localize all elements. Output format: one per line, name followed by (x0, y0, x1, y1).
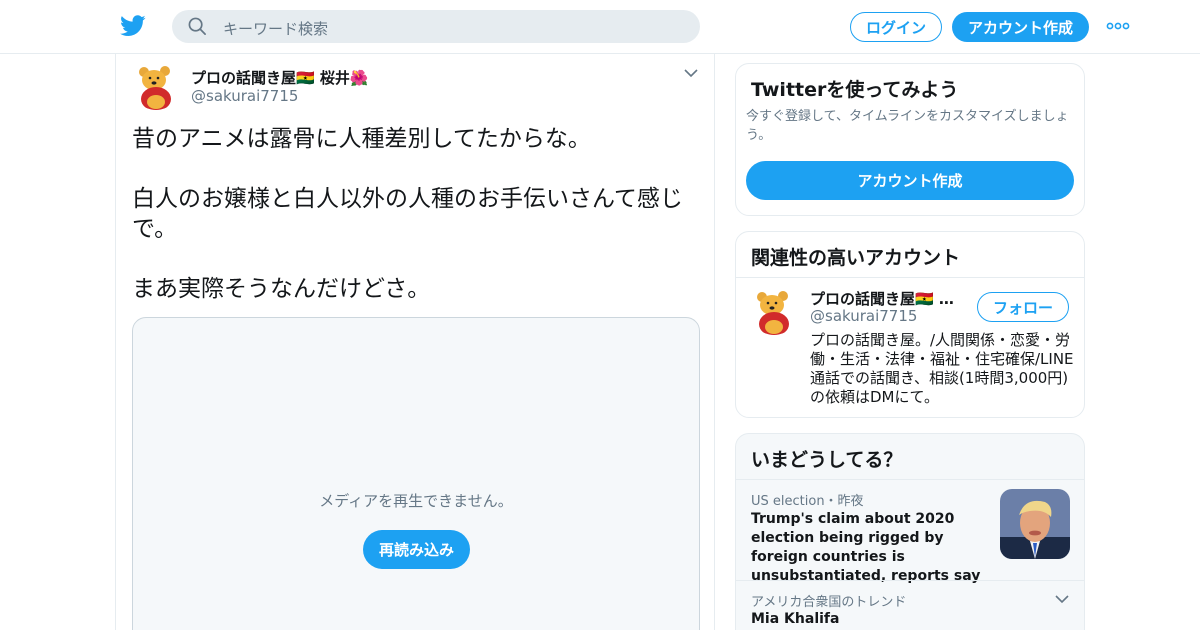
related-accounts-card: 関連性の高いアカウント プロの話聞き屋🇬🇭 … @sakurai7715 フォロ… (735, 231, 1085, 418)
related-account-bio: プロの話聞き屋。/人間関係・恋愛・労働・生活・法律・福祉・住宅確保/LINE通話… (810, 331, 1074, 406)
trend-meta: US election・昨夜 (751, 494, 864, 509)
tweet-column: プロの話聞き屋🇬🇭 桜井🌺 @sakurai7715 昔のアニメは露骨に人種差別… (115, 54, 715, 630)
bear-avatar-icon (132, 62, 180, 110)
author-avatar[interactable] (132, 62, 180, 110)
signup-prompt-card: Twitterを使ってみよう 今すぐ登録して、タイムラインをカスタマイズしましょ… (735, 63, 1085, 216)
chevron-down-icon[interactable] (1055, 594, 1069, 604)
card-description: 今すぐ登録して、タイムラインをカスタマイズしましょう。 (746, 109, 1069, 143)
chevron-down-icon[interactable] (684, 68, 698, 78)
divider (736, 277, 1084, 278)
trend-thumbnail[interactable] (1000, 489, 1070, 559)
tweet-line: 昔のアニメは露骨に人種差別してたからな。 (132, 126, 591, 152)
tweet-line: 白人のお嬢様と白人以外の人種のお手伝いさんて感じで。 (132, 186, 683, 242)
bear-avatar-icon (750, 287, 798, 335)
card-title: 関連性の高いアカウント (751, 247, 961, 269)
card-title: いまどうしてる？ (751, 449, 903, 471)
related-account-avatar[interactable] (750, 287, 798, 335)
related-account-name[interactable]: プロの話聞き屋🇬🇭 … (810, 288, 960, 309)
tweet-text: 昔のアニメは露骨に人種差別してたからな。 白人のお嬢様と白人以外の人種のお手伝い… (132, 124, 702, 304)
search-input[interactable]: キーワード検索 (172, 10, 700, 43)
twitter-bird-icon[interactable] (120, 14, 146, 38)
author-name[interactable]: プロの話聞き屋🇬🇭 桜井🌺 (191, 67, 369, 88)
trend-headline[interactable]: Trump's claim about 2020 election being … (751, 510, 991, 586)
trends-card: いまどうしてる？ US election・昨夜 Trump's claim ab… (735, 433, 1085, 630)
search-placeholder: キーワード検索 (223, 20, 329, 38)
login-button[interactable]: ログイン (850, 12, 942, 42)
tweet-line (132, 154, 702, 184)
card-title: Twitterを使ってみよう (751, 79, 959, 101)
author-handle[interactable]: @sakurai7715 (191, 87, 298, 105)
trend-headline[interactable]: Mia Khalifa (751, 611, 839, 627)
signup-button[interactable]: アカウント作成 (952, 12, 1089, 42)
related-account-handle[interactable]: @sakurai7715 (810, 307, 917, 325)
tweet-line (132, 244, 702, 274)
tweet-line: まあ実際そうなんだけどさ。 (132, 276, 431, 302)
more-dots-icon[interactable] (1106, 18, 1130, 34)
search-icon (188, 17, 206, 35)
media-error-message: メディアを再生できません。 (319, 492, 513, 510)
follow-button[interactable]: フォロー (977, 292, 1069, 322)
divider (736, 580, 1084, 581)
portrait-thumbnail-icon (1000, 489, 1070, 559)
divider (736, 479, 1084, 480)
reload-button[interactable]: 再読み込み (363, 530, 470, 569)
media-player[interactable]: メディアを再生できません。 再読み込み (132, 317, 700, 630)
top-nav-bar: キーワード検索 ログイン アカウント作成 (0, 0, 1200, 54)
trend-meta: アメリカ合衆国のトレンド (751, 595, 907, 610)
card-signup-button[interactable]: アカウント作成 (746, 161, 1074, 200)
